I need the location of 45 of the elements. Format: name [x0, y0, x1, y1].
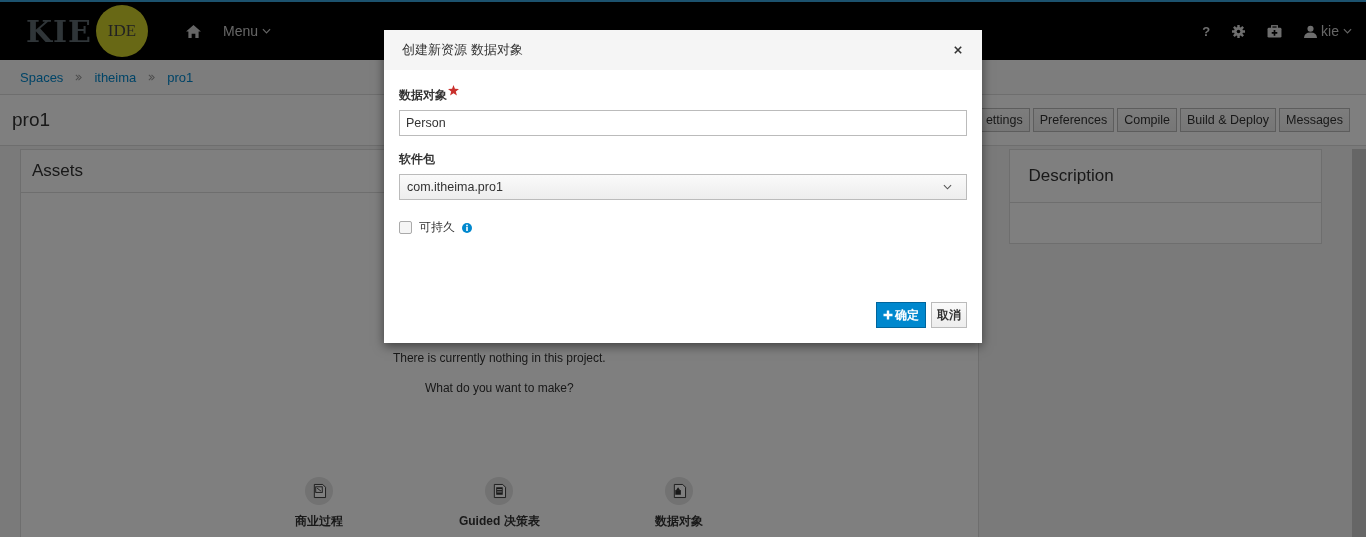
checkbox[interactable] — [399, 221, 412, 234]
breadcrumb-link[interactable]: Spaces — [20, 69, 64, 85]
field-label: 数据对象 — [399, 87, 447, 104]
info-icon[interactable] — [462, 222, 472, 233]
close-icon[interactable] — [952, 44, 964, 56]
confirm-button[interactable]: 确定 — [876, 302, 926, 328]
field-label: 软件包 — [399, 151, 435, 168]
user-menu[interactable]: kie — [1304, 23, 1352, 39]
briefcase-icon[interactable] — [1267, 24, 1283, 38]
project-title: pro1 — [12, 109, 51, 131]
breadcrumb-link[interactable]: pro1 — [167, 69, 194, 85]
toolbar-button[interactable]: Build & Deploy — [1180, 108, 1276, 132]
empty-message: There is currently nothing in this project. — [391, 351, 607, 365]
panel-title: Assets — [32, 161, 84, 181]
panel-title: Description — [1028, 166, 1114, 186]
settings-icon[interactable] — [1232, 24, 1246, 38]
chevron-down-icon — [1343, 28, 1352, 34]
process-document-icon[interactable] — [305, 477, 334, 505]
asset-type-link[interactable]: 数据对象 — [655, 513, 704, 530]
dialog-title: 创建新资源 数据对象 — [402, 41, 523, 59]
home-icon[interactable] — [186, 24, 201, 38]
logo[interactable]: KIE IDE — [26, 5, 148, 57]
name-input-field[interactable]: Person — [399, 110, 967, 136]
toolbar-button[interactable]: Compile — [1117, 108, 1177, 132]
chevron-down-icon — [262, 28, 271, 34]
cancel-button[interactable]: 取消 — [931, 302, 967, 328]
toolbar-button[interactable]: Preferences — [1032, 108, 1115, 132]
package-select[interactable]: com.itheima.pro1 — [399, 174, 967, 200]
chevron-down-icon — [943, 184, 952, 190]
breadcrumb-link[interactable]: itheima — [94, 69, 137, 85]
data-document-icon[interactable] — [665, 477, 694, 505]
asset-type-link[interactable]: Guided 决策表 — [458, 513, 540, 530]
help-button[interactable]: ? — [1202, 23, 1211, 39]
user-icon — [1304, 24, 1318, 38]
toolbar-button[interactable]: Messages — [1279, 108, 1350, 132]
prompt-text: What do you want to make? — [423, 381, 575, 395]
table-document-icon[interactable] — [485, 477, 514, 505]
logo-text: KIE — [26, 13, 92, 49]
logo-badge: IDE — [96, 5, 148, 57]
double-chevron-icon — [75, 73, 83, 81]
double-chevron-icon — [148, 73, 156, 81]
checkbox-label: 可持久 — [419, 219, 455, 236]
asset-type-link[interactable]: 商业过程 — [295, 513, 344, 530]
menu-dropdown[interactable]: Menu — [223, 23, 271, 39]
plus-icon — [883, 310, 893, 320]
